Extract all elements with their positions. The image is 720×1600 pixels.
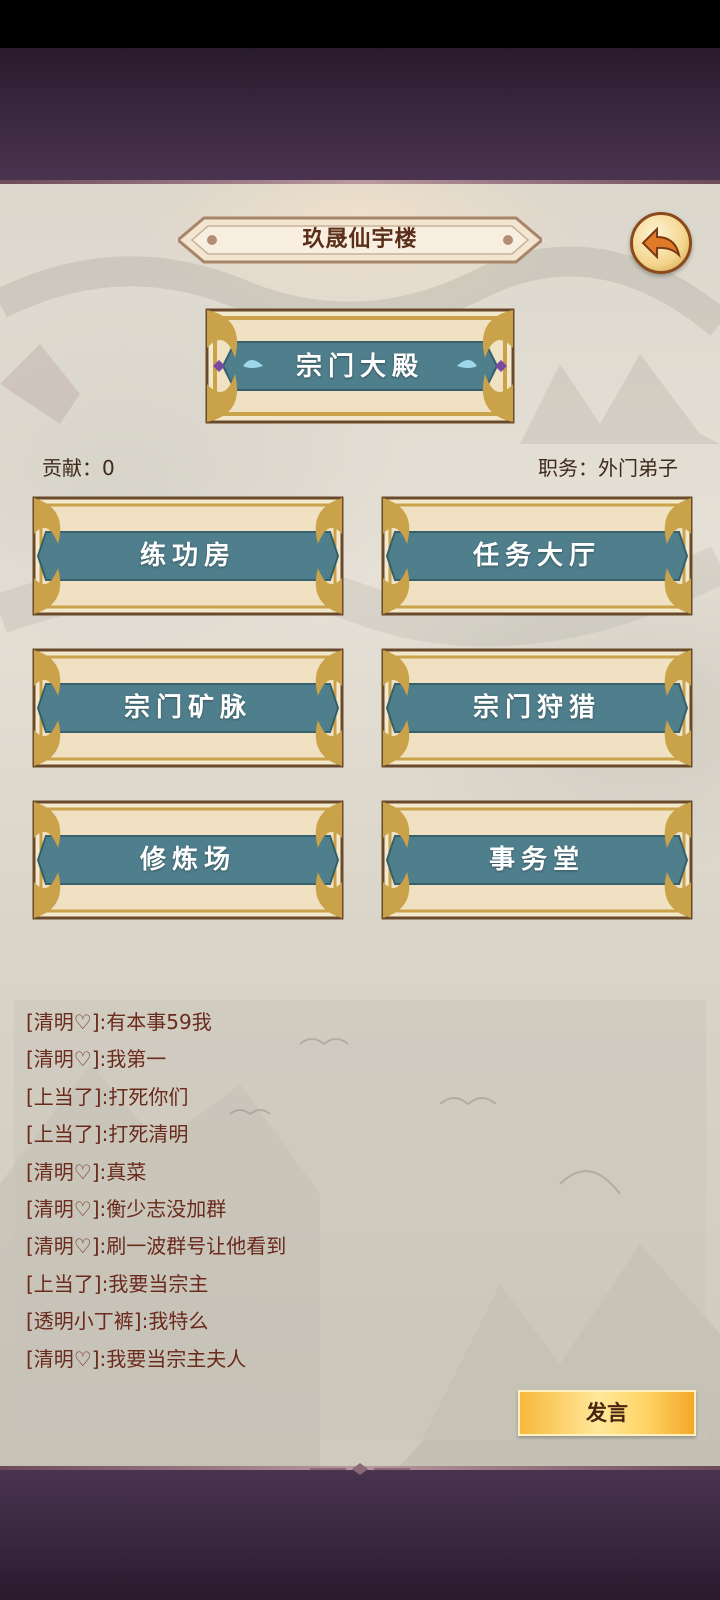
ornament-divider-icon bbox=[310, 1463, 410, 1475]
page-title: 玖晟仙宇楼 bbox=[302, 227, 418, 252]
building-sect-hunt-button[interactable]: 宗门狩猎 bbox=[381, 648, 693, 768]
chat-message: [清明♡]:有本事59我 bbox=[26, 1010, 212, 1034]
building-affairs-hall-button[interactable]: 事务堂 bbox=[381, 800, 693, 920]
contribution-label: 贡献：0 bbox=[42, 456, 115, 480]
bottom-decor-band bbox=[0, 1466, 720, 1600]
main-hall-button[interactable]: 宗门大殿 bbox=[205, 308, 515, 424]
back-arrow-icon bbox=[641, 226, 681, 260]
building-label: 宗门矿脉 bbox=[123, 693, 252, 723]
chat-message: [透明小丁裤]:我特么 bbox=[26, 1309, 209, 1334]
send-message-button[interactable]: 发言 bbox=[518, 1390, 696, 1436]
building-training-ground-button[interactable]: 修炼场 bbox=[32, 800, 344, 920]
chat-message: [清明♡]:真菜 bbox=[26, 1159, 147, 1184]
building-label: 练功房 bbox=[139, 541, 236, 571]
building-label: 事务堂 bbox=[488, 845, 585, 875]
chat-message: [清明♡]:刷一波群号让他看到 bbox=[26, 1234, 287, 1259]
status-bar bbox=[0, 0, 720, 48]
chat-message: [上当了]:打死你们 bbox=[26, 1084, 189, 1109]
chat-message: [清明♡]:我要当宗主夫人 bbox=[26, 1346, 247, 1371]
position-label: 职务：外门弟子 bbox=[538, 456, 678, 480]
building-practice-room-button[interactable]: 练功房 bbox=[32, 496, 344, 616]
chat-message: [上当了]:我要当宗主 bbox=[26, 1271, 209, 1296]
chat-message: [上当了]:打死清明 bbox=[26, 1122, 189, 1147]
main-hall-label: 宗门大殿 bbox=[295, 352, 424, 382]
chat-message: [清明♡]:衡少志没加群 bbox=[26, 1196, 227, 1221]
building-sect-mine-button[interactable]: 宗门矿脉 bbox=[32, 648, 344, 768]
chat-message-list[interactable]: [清明♡]:有本事59我 [清明♡]:我第一 [上当了]:打死你们 [上当了]:… bbox=[26, 1004, 696, 1378]
building-task-hall-button[interactable]: 任务大厅 bbox=[381, 496, 693, 616]
building-label: 修炼场 bbox=[139, 845, 236, 875]
building-label: 任务大厅 bbox=[472, 541, 601, 571]
back-button[interactable] bbox=[630, 212, 692, 274]
title-plaque: 玖晟仙宇楼 bbox=[178, 214, 542, 266]
chat-message: [清明♡]:我第一 bbox=[26, 1047, 167, 1072]
building-label: 宗门狩猎 bbox=[472, 693, 601, 723]
chat-panel[interactable]: [清明♡]:有本事59我 [清明♡]:我第一 [上当了]:打死你们 [上当了]:… bbox=[14, 1000, 706, 1440]
top-decor-band bbox=[0, 48, 720, 184]
